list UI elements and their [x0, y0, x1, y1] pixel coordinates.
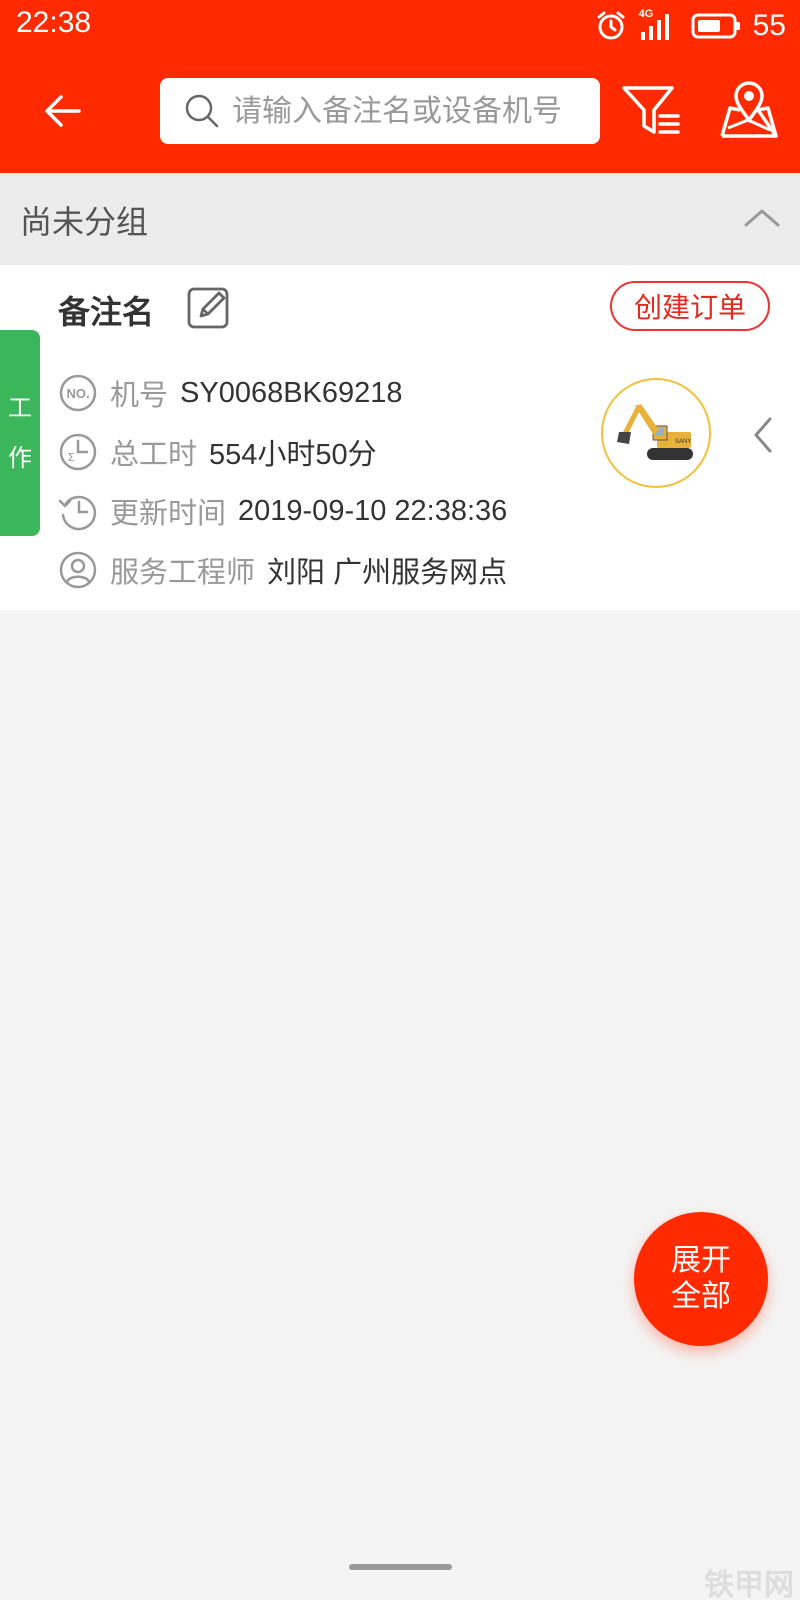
map-button[interactable]	[718, 80, 780, 140]
total-work-hours: 554小时50分	[209, 439, 377, 471]
work-hours-clock-icon: Σ	[59, 433, 97, 471]
create-order-button[interactable]: 创建订单	[610, 281, 770, 331]
alarm-icon	[597, 11, 625, 40]
search-box[interactable]	[160, 78, 600, 144]
map-pin-icon	[720, 81, 778, 138]
expand-all-label-line2: 全部	[671, 1279, 731, 1314]
update-time: 2019-09-10 22:38:36	[238, 494, 508, 527]
svg-text:SANY: SANY	[675, 439, 691, 445]
info-row-update-time: 更新时间 2019-09-10 22:38:36	[58, 486, 507, 536]
edit-remark-button[interactable]	[187, 285, 231, 329]
status-tab-char: 作	[8, 444, 32, 472]
info-row-work-hours: Σ 总工时 554小时50分	[58, 427, 377, 477]
arrow-left-icon	[45, 95, 81, 127]
filter-button[interactable]	[620, 82, 682, 140]
remark-name: 备注名	[58, 293, 155, 331]
chevron-left-icon[interactable]	[748, 415, 778, 455]
history-icon	[58, 495, 97, 531]
search-input[interactable]	[232, 93, 592, 129]
battery-icon	[691, 13, 740, 39]
info-label: 更新时间	[110, 496, 227, 530]
svg-text:Σ: Σ	[68, 451, 75, 464]
signal-icon: 4G	[639, 8, 679, 42]
excavator-avatar: SANY	[601, 378, 711, 488]
back-button[interactable]	[38, 86, 88, 136]
work-status-tab: 工 作	[0, 330, 40, 536]
group-header[interactable]: 尚未分组	[0, 173, 800, 265]
status-icons: 4G 55	[595, 6, 786, 46]
service-engineer: 刘阳 广州服务网点	[267, 557, 508, 589]
excavator-icon: SANY	[617, 404, 693, 460]
chevron-up-icon[interactable]	[742, 203, 782, 233]
expand-all-button[interactable]: 展开 全部	[634, 1212, 768, 1346]
info-label: 总工时	[110, 437, 198, 471]
expand-all-label-line1: 展开	[671, 1243, 731, 1278]
status-time: 22:38	[16, 6, 92, 39]
info-row-service-engineer: 服务工程师 刘阳 广州服务网点	[58, 545, 507, 595]
svg-text:NO.: NO.	[66, 386, 89, 401]
machine-number: SY0068BK69218	[180, 376, 403, 409]
info-label: 机号	[110, 378, 169, 412]
battery-level: 55	[752, 9, 786, 42]
status-tab-char: 工	[8, 394, 32, 422]
app-header: 22:38 4G 55	[0, 0, 800, 173]
group-title: 尚未分组	[20, 203, 149, 241]
search-icon	[185, 94, 219, 128]
no-icon: NO.	[59, 374, 97, 412]
home-indicator[interactable]	[349, 1564, 452, 1570]
filter-icon	[622, 86, 680, 134]
edit-icon	[187, 287, 229, 329]
device-card[interactable]: 工 作 备注名 创建订单 NO. 机号 SY0068BK69218 Σ 总工时 …	[0, 265, 800, 610]
status-bar: 22:38 4G 55	[0, 0, 800, 52]
info-label: 服务工程师	[110, 555, 256, 589]
watermark: 铁甲网	[704, 1568, 794, 1600]
toolbar	[0, 70, 800, 150]
info-row-machine-no: NO. 机号 SY0068BK69218	[58, 368, 403, 418]
user-icon	[59, 551, 97, 589]
